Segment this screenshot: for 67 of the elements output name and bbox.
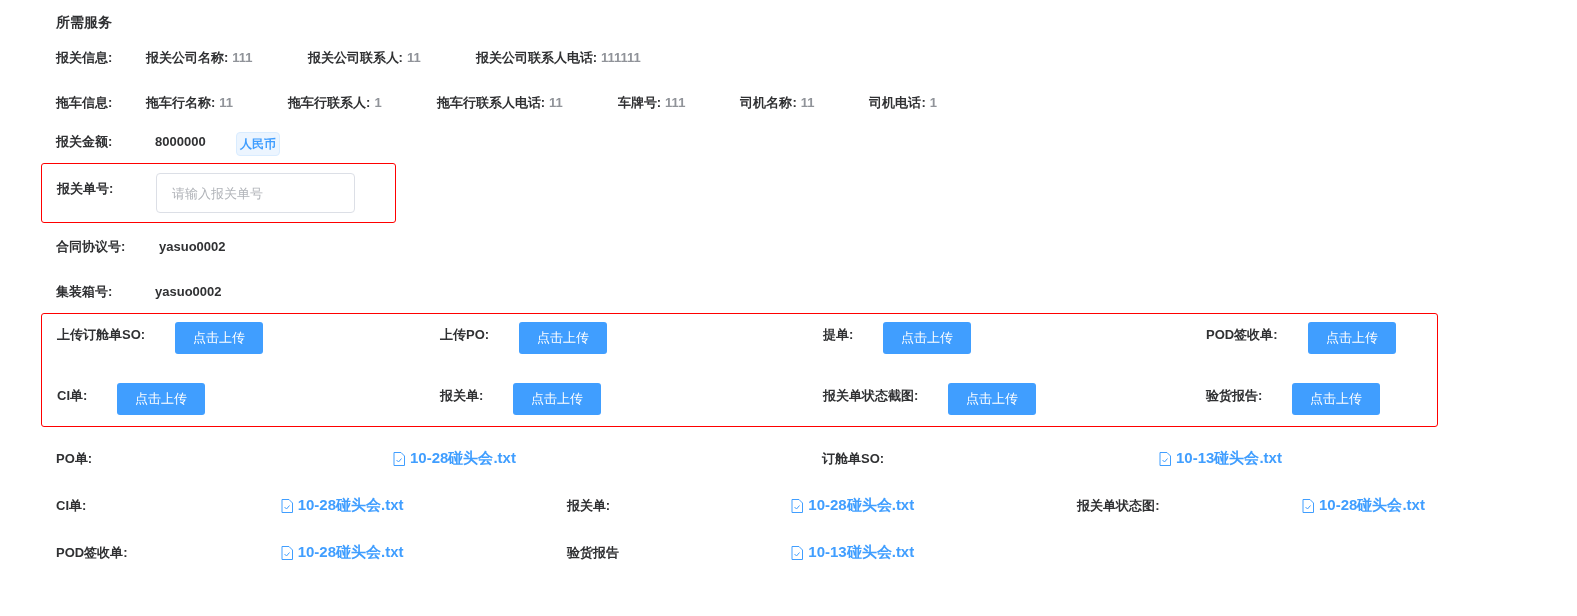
file-link[interactable]: 10-28碰头会.txt [280, 494, 404, 517]
field-value: yasuo0002 [159, 238, 226, 256]
upload-button[interactable]: 点击上传 [513, 383, 602, 415]
field-label: 司机名称: [740, 95, 797, 110]
upload-label: 报关单状态截图: [823, 387, 919, 405]
field-value: yasuo0002 [155, 283, 222, 301]
upload-button[interactable]: 点击上传 [883, 322, 972, 354]
field-label: 合同协议号: [56, 238, 127, 256]
field-value: 111 [232, 50, 253, 65]
file-label: CI单: [56, 496, 88, 515]
file-link[interactable]: 10-28碰头会.txt [280, 541, 404, 564]
file-icon [280, 498, 293, 513]
field-value: 1 [374, 95, 382, 110]
amount-label: 报关金额: [56, 133, 114, 151]
currency-tag: 人民币 [235, 132, 280, 156]
field-label: 集装箱号: [56, 283, 114, 301]
field-label: 报关单号: [57, 180, 115, 198]
row-label: 拖车信息: [56, 94, 114, 112]
upload-button[interactable]: 点击上传 [117, 383, 206, 415]
field-value: 11 [219, 95, 234, 110]
field-value: 1 [929, 95, 938, 110]
file-link[interactable]: 10-13碰头会.txt [1159, 447, 1282, 470]
file-label: PO单: [56, 449, 94, 468]
file-icon [1159, 451, 1172, 466]
file-label: 订舱单SO: [822, 449, 886, 468]
field-value: 11 [549, 95, 563, 110]
upload-button[interactable]: 点击上传 [519, 322, 608, 354]
field-value: 11 [800, 95, 815, 110]
field-label: 车牌号: [617, 95, 662, 110]
file-label: POD签收单: [56, 543, 129, 562]
file-icon [393, 451, 406, 466]
upload-label: CI单: [57, 387, 88, 405]
amount-value: 8000000 [155, 133, 206, 151]
field-label: 报关公司联系人: [307, 50, 403, 65]
upload-button[interactable]: 点击上传 [175, 322, 264, 354]
field-value: 111 [665, 95, 686, 110]
upload-label: 上传PO: [440, 326, 490, 344]
upload-label: 报关单: [440, 387, 484, 405]
file-link[interactable]: 10-28碰头会.txt [393, 447, 516, 470]
field-label: 报关公司名称: [146, 50, 229, 65]
file-icon [280, 545, 293, 560]
file-icon [791, 545, 804, 560]
upload-button[interactable]: 点击上传 [948, 383, 1037, 415]
field-label: 报关公司联系人电话: [475, 50, 598, 65]
field-label: 拖车行联系人: [288, 95, 371, 110]
row-label: 报关信息: [56, 49, 114, 67]
upload-label: 上传订舱单SO: [57, 326, 146, 344]
upload-button[interactable]: 点击上传 [1307, 322, 1396, 354]
file-link[interactable]: 10-28碰头会.txt [1302, 494, 1425, 517]
upload-button[interactable]: 点击上传 [1292, 383, 1381, 415]
field-value: 111111 [601, 50, 641, 65]
upload-label: 提单: [823, 326, 854, 344]
file-label: 报关单: [566, 496, 611, 515]
field-value: 11 [406, 50, 421, 65]
upload-label: POD签收单: [1206, 326, 1278, 344]
field-label: 司机电话: [869, 95, 926, 110]
file-label: 报关单状态图: [1077, 496, 1161, 515]
declaration-number-input[interactable]: 请输入报关单号 [156, 173, 355, 213]
field-label: 拖车行名称: [146, 95, 216, 110]
file-label: 验货报告 [566, 543, 620, 562]
upload-label: 验货报告: [1206, 387, 1263, 405]
section-title: 所需服务 [55, 13, 113, 32]
file-icon [791, 498, 804, 513]
file-icon [1302, 498, 1314, 513]
file-link[interactable]: 10-13碰头会.txt [791, 541, 915, 564]
file-link[interactable]: 10-28碰头会.txt [791, 494, 915, 517]
field-label: 拖车行联系人电话: [436, 95, 545, 110]
